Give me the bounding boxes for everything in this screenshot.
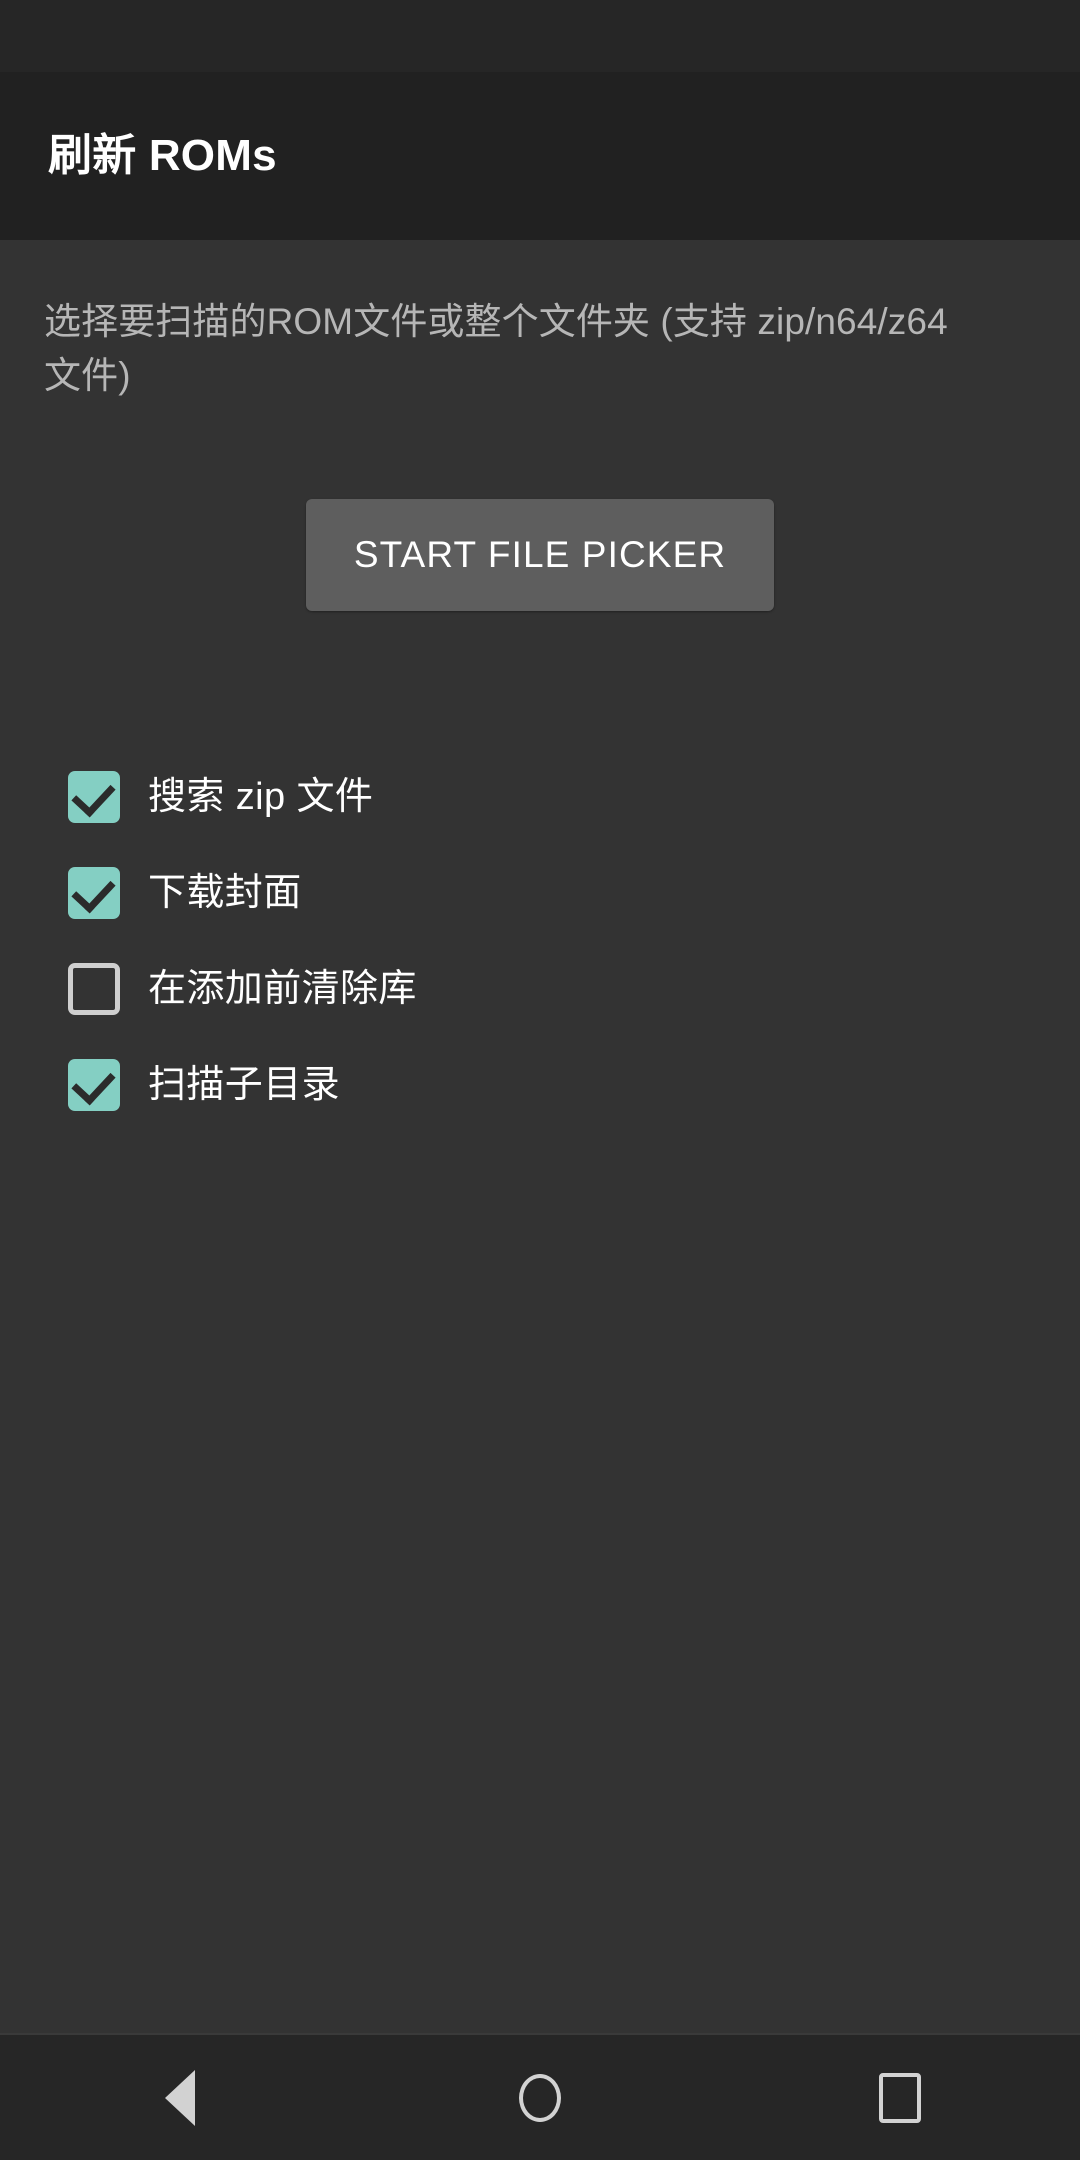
main-content: 选择要扫描的ROM文件或整个文件夹 (支持 zip/n64/z64 文件) ST… — [0, 240, 1080, 2033]
recents-square-icon — [879, 2072, 921, 2123]
option-row-download-covers[interactable]: 下载封面 — [44, 845, 1036, 941]
option-row-clear-library[interactable]: 在添加前清除库 — [44, 941, 1036, 1037]
scan-description: 选择要扫描的ROM文件或整个文件夹 (支持 zip/n64/z64 文件) — [44, 301, 948, 396]
option-label-download-covers: 下载封面 — [148, 872, 302, 915]
nav-back-button[interactable] — [90, 2035, 270, 2160]
home-circle-icon — [519, 2073, 561, 2122]
checkbox-scan-subdirs[interactable] — [68, 1059, 120, 1112]
checkbox-download-covers[interactable] — [68, 867, 120, 920]
status-bar — [0, 0, 1080, 72]
checkbox-search-zip[interactable] — [68, 771, 120, 824]
nav-home-button[interactable] — [450, 2035, 630, 2160]
option-row-search-zip[interactable]: 搜索 zip 文件 — [44, 749, 1036, 845]
option-row-scan-subdirs[interactable]: 扫描子目录 — [44, 1037, 1036, 1133]
picker-button-row: START FILE PICKER — [44, 499, 1036, 612]
app-bar: 刷新 ROMs — [0, 72, 1080, 240]
option-label-search-zip: 搜索 zip 文件 — [148, 776, 374, 819]
back-triangle-icon — [165, 2069, 195, 2126]
app-screen: 刷新 ROMs 选择要扫描的ROM文件或整个文件夹 (支持 zip/n64/z6… — [0, 0, 1080, 2160]
nav-recents-button[interactable] — [810, 2035, 990, 2160]
scan-options-list: 搜索 zip 文件 下载封面 在添加前清除库 扫描子目录 — [44, 749, 1036, 1133]
option-label-scan-subdirs: 扫描子目录 — [148, 1064, 341, 1107]
checkbox-clear-library[interactable] — [68, 963, 120, 1016]
start-file-picker-button[interactable]: START FILE PICKER — [305, 499, 775, 612]
page-title: 刷新 ROMs — [48, 130, 277, 180]
option-label-clear-library: 在添加前清除库 — [148, 968, 417, 1011]
android-navigation-bar — [0, 2033, 1080, 2160]
